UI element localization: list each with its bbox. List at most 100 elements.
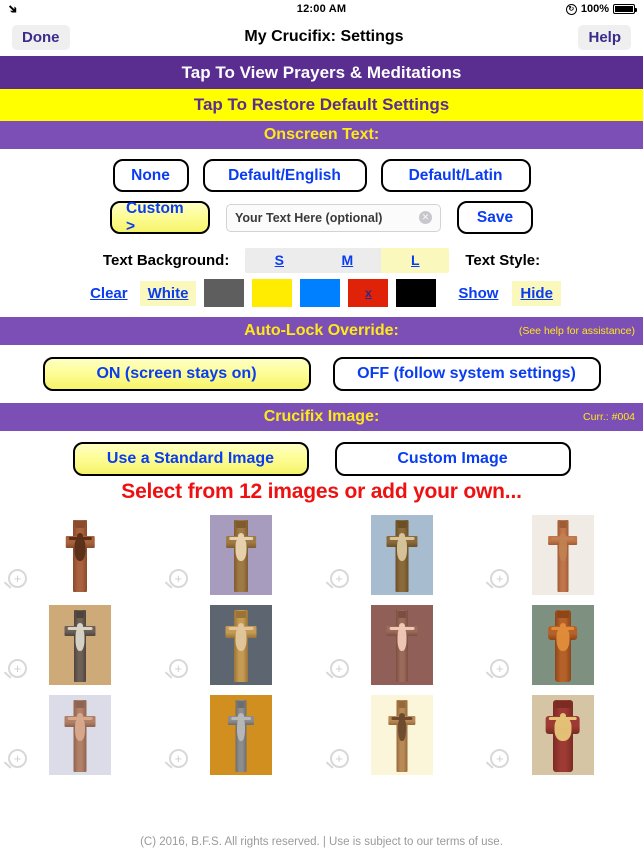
crucifix-thumbnail[interactable]: [49, 695, 112, 775]
text-size-option-s-label: S: [274, 252, 284, 268]
crucifix-icon: [210, 515, 272, 595]
crucifix-thumbnail[interactable]: [531, 605, 594, 685]
use-standard-image-button[interactable]: Use a Standard Image: [72, 442, 309, 476]
custom-text-input[interactable]: Your Text Here (optional) ✕: [226, 203, 441, 232]
blue-swatch[interactable]: [300, 279, 341, 307]
crucifix-thumbnail[interactable]: [49, 515, 112, 595]
done-button[interactable]: Done: [12, 24, 70, 50]
onscreen-text-header-label: Onscreen Text:: [263, 126, 380, 143]
crucifix-thumbnail-cell: +: [0, 510, 161, 600]
text-size-option-s[interactable]: S: [245, 247, 314, 273]
select-images-headline: Select from 12 images or add your own...: [121, 480, 522, 503]
crucifix-thumbnail[interactable]: [49, 605, 112, 685]
restore-defaults-banner-button[interactable]: Tap To Restore Default Settings: [0, 89, 643, 121]
onscreen-text-option-default-english[interactable]: Default/English: [202, 159, 367, 192]
crucifix-thumbnail-cell: +: [322, 510, 483, 600]
crucifix-thumbnail[interactable]: [531, 695, 594, 775]
status-bar-time: 12:00 AM: [296, 3, 347, 15]
crucifix-icon: [49, 695, 111, 775]
text-size-option-l[interactable]: L: [381, 247, 450, 273]
background-white-button[interactable]: White: [139, 280, 197, 306]
magnifier-zoom-icon[interactable]: +: [490, 569, 510, 588]
crucifix-thumbnail[interactable]: [210, 695, 273, 775]
crucifix-thumbnail-cell: +: [0, 690, 161, 780]
onscreen-text-section: None Default/English Default/Latin Custo…: [0, 149, 643, 309]
magnifier-zoom-icon[interactable]: +: [329, 569, 349, 588]
onscreen-text-option-none-label: None: [131, 166, 170, 184]
text-style-show-button[interactable]: Show: [450, 281, 506, 306]
crucifix-thumbnail[interactable]: [370, 695, 433, 775]
auto-lock-off-button[interactable]: OFF (follow system settings): [332, 357, 601, 391]
magnifier-zoom-icon[interactable]: +: [8, 569, 27, 588]
onscreen-text-section-header: Onscreen Text:: [0, 121, 643, 149]
page-title: My Crucifix: Settings: [244, 28, 404, 45]
rotation-lock-icon: ↻: [565, 3, 577, 15]
custom-text-button[interactable]: Custom >: [110, 199, 210, 235]
auto-lock-on-label: ON (screen stays on): [96, 365, 257, 382]
crucifix-image-section-header: Crucifix Image: Curr.: #004: [0, 403, 643, 431]
crucifix-thumbnail-cell: +: [161, 600, 322, 690]
auto-lock-on-button[interactable]: ON (screen stays on): [42, 357, 311, 391]
text-background-label: Text Background:: [102, 251, 230, 269]
yellow-swatch[interactable]: [252, 279, 293, 307]
crucifix-thumbnail-cell: +: [482, 510, 643, 600]
crucifix-thumbnail-grid: + + + + + + + + + + + +: [0, 510, 643, 780]
auto-lock-header-label: Auto-Lock Override:: [244, 322, 399, 339]
image-source-row: Use a Standard Image Custom Image: [0, 431, 643, 476]
magnifier-zoom-icon[interactable]: +: [490, 749, 510, 768]
onscreen-text-option-default-latin-label: Default/Latin: [408, 166, 503, 184]
magnifier-zoom-icon[interactable]: +: [8, 749, 27, 768]
crucifix-thumbnail[interactable]: [370, 515, 433, 595]
crucifix-thumbnail[interactable]: [210, 515, 273, 595]
black-swatch[interactable]: [396, 279, 437, 307]
crucifix-icon: [210, 695, 272, 775]
status-bar-right: ↻ 100%: [346, 3, 637, 15]
footer-copyright: (C) 2016, B.F.S. All rights reserved. | …: [140, 836, 503, 848]
status-bar-left: ➔: [5, 0, 297, 17]
crucifix-icon: [371, 695, 433, 775]
onscreen-text-option-none[interactable]: None: [112, 159, 189, 192]
color-swatch-row: Clear White x Show Hide: [0, 277, 643, 309]
clear-text-icon[interactable]: ✕: [419, 211, 432, 224]
crucifix-icon: [371, 515, 433, 595]
text-size-segmented-control[interactable]: S M L: [245, 247, 450, 273]
current-image-indicator: Curr.: #004: [583, 411, 635, 423]
battery-percent-label: 100%: [580, 3, 609, 15]
onscreen-text-options-row: None Default/English Default/Latin: [0, 149, 643, 192]
magnifier-zoom-icon[interactable]: +: [8, 659, 27, 678]
text-size-option-m[interactable]: M: [313, 247, 382, 273]
crucifix-thumbnail[interactable]: [370, 605, 433, 685]
crucifix-thumbnail-cell: +: [322, 600, 483, 690]
magnifier-zoom-icon[interactable]: +: [490, 659, 510, 678]
prayers-banner-button[interactable]: Tap To View Prayers & Meditations: [0, 56, 643, 89]
custom-image-button[interactable]: Custom Image: [334, 442, 571, 476]
onscreen-text-option-default-english-label: Default/English: [228, 166, 341, 184]
red-swatch[interactable]: x: [348, 279, 389, 307]
magnifier-zoom-icon[interactable]: +: [168, 749, 188, 768]
help-button[interactable]: Help: [578, 24, 631, 50]
crucifix-image-section: Use a Standard Image Custom Image Select…: [0, 431, 643, 780]
crucifix-thumbnail[interactable]: [531, 515, 594, 595]
background-clear-button[interactable]: Clear: [82, 281, 136, 306]
crucifix-icon: [49, 515, 111, 595]
use-standard-image-label: Use a Standard Image: [106, 450, 275, 467]
save-button[interactable]: Save: [457, 201, 533, 234]
auto-lock-off-label: OFF (follow system settings): [357, 365, 576, 382]
crucifix-icon: [210, 605, 272, 685]
custom-text-button-label: Custom >: [126, 199, 184, 235]
selected-swatch-marker: x: [365, 286, 372, 300]
gray-swatch[interactable]: [204, 279, 245, 307]
magnifier-zoom-icon[interactable]: +: [168, 569, 188, 588]
restore-defaults-label: Tap To Restore Default Settings: [193, 95, 450, 114]
crucifix-thumbnail-cell: +: [482, 600, 643, 690]
crucifix-thumbnail-cell: +: [0, 600, 161, 690]
crucifix-thumbnail-cell: +: [161, 690, 322, 780]
crucifix-thumbnail[interactable]: [210, 605, 273, 685]
onscreen-text-option-default-latin[interactable]: Default/Latin: [380, 159, 531, 192]
magnifier-zoom-icon[interactable]: +: [329, 659, 349, 678]
magnifier-zoom-icon[interactable]: +: [168, 659, 188, 678]
text-background-row: Text Background: S M L Text Style:: [0, 245, 643, 275]
magnifier-zoom-icon[interactable]: +: [329, 749, 349, 768]
text-style-hide-button[interactable]: Hide: [512, 280, 561, 306]
save-button-label: Save: [476, 208, 514, 226]
